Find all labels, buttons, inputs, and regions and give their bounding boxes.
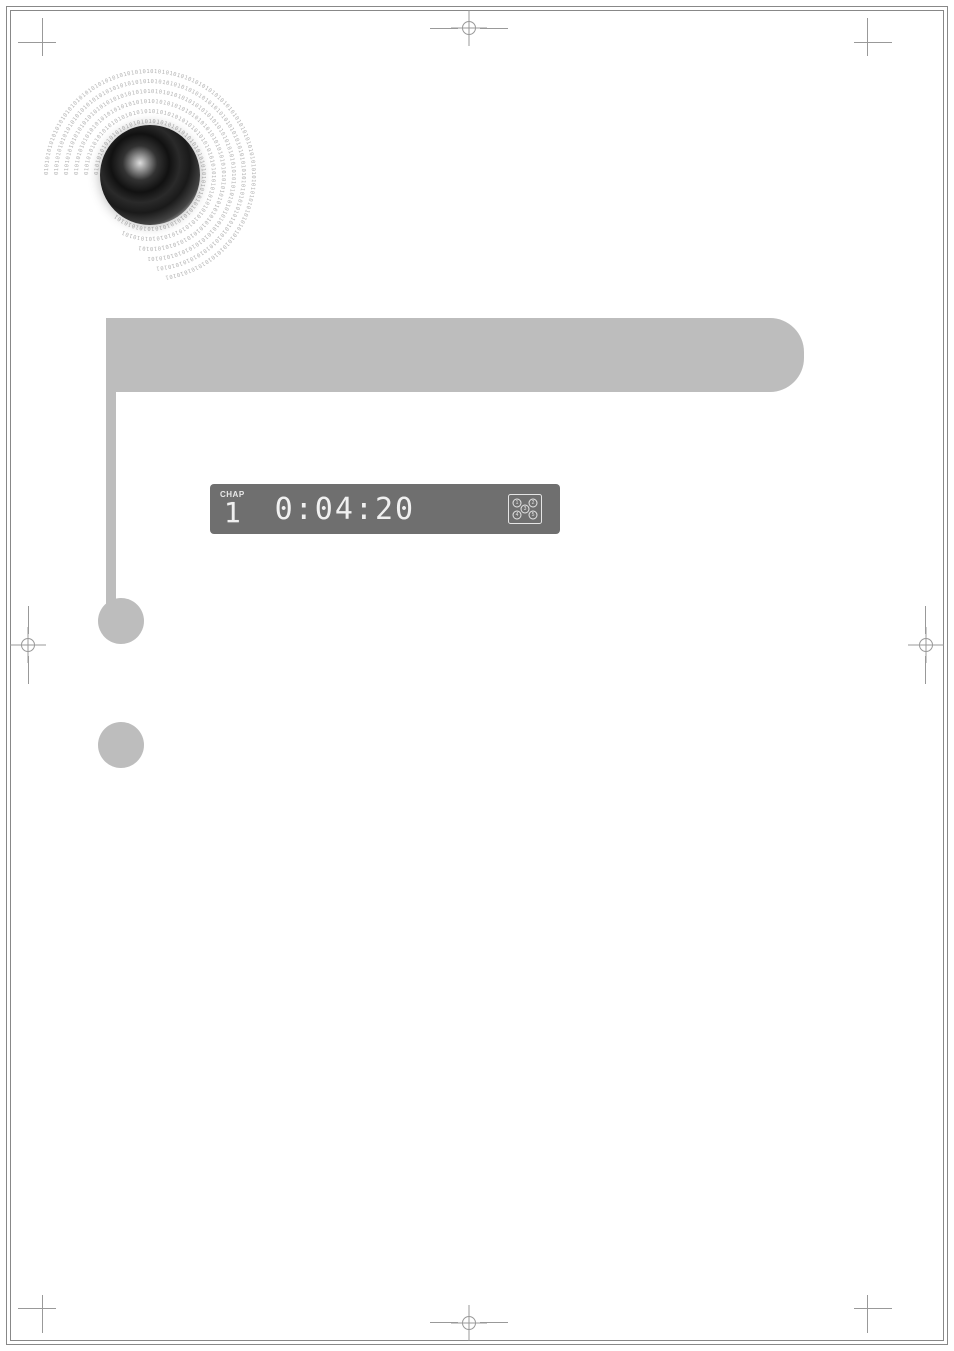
registration-mark-icon (21, 638, 35, 652)
registration-mark-icon (462, 1316, 476, 1330)
step-bullet (98, 722, 144, 768)
speaker-graphic: 0101010101010101010101010101010101010101… (45, 70, 255, 280)
registration-mark-icon (919, 638, 933, 652)
registration-bar (480, 28, 508, 29)
crop-mark (42, 1295, 43, 1333)
spk-num: 4 (516, 512, 519, 518)
registration-bar (480, 1322, 508, 1323)
spk-num: 3 (524, 506, 527, 512)
crop-mark (42, 18, 43, 56)
display-panel: CHAP 1 0:04:20 1 2 3 4 5 (210, 484, 560, 534)
time-readout: 0:04:20 (275, 492, 415, 527)
crop-mark (18, 1308, 56, 1309)
crop-mark (18, 42, 56, 43)
registration-bar (925, 656, 926, 684)
registration-mark-icon (462, 21, 476, 35)
registration-bar (28, 656, 29, 684)
chapter-number: 1 (224, 499, 241, 527)
crop-mark (867, 18, 868, 56)
crop-mark (867, 1295, 868, 1333)
crop-mark (854, 42, 892, 43)
content-area: CHAP 1 0:04:20 1 2 3 4 5 (120, 318, 804, 768)
speaker-cone-icon (100, 125, 200, 225)
spk-num: 2 (532, 500, 535, 506)
heading-bar (106, 318, 804, 392)
speaker-layout-icon: 1 2 3 4 5 (508, 494, 542, 524)
crop-mark (854, 1308, 892, 1309)
spk-num: 5 (532, 512, 535, 518)
left-rail (106, 392, 116, 612)
spk-num: 1 (516, 500, 519, 506)
chapter-indicator: CHAP 1 (220, 491, 245, 527)
step-bullet (98, 598, 144, 644)
